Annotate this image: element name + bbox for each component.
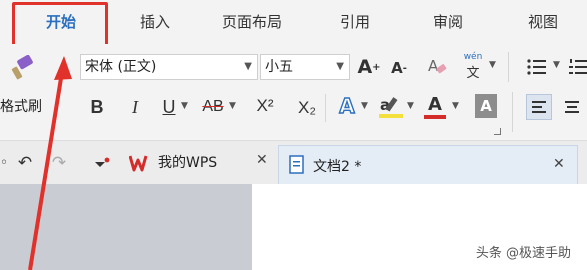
svg-text:A: A [428, 57, 439, 75]
grow-font-icon[interactable]: A + [356, 54, 382, 80]
tab-my-wps[interactable]: 我的WPS ✕ [118, 141, 278, 185]
bullet-list-icon[interactable] [522, 54, 552, 80]
search-icon[interactable]: ◦ [0, 151, 8, 175]
strikethrough-button[interactable]: AB [198, 94, 228, 120]
tab-insert[interactable]: 插入 [140, 10, 170, 34]
wps-logo-icon [128, 151, 152, 175]
font-color-icon[interactable]: A [422, 90, 448, 122]
chevron-down-icon[interactable]: ▼ [181, 101, 188, 111]
tab-page-layout[interactable]: 页面布局 [222, 10, 282, 34]
chevron-down-icon[interactable]: ▼ [407, 101, 414, 111]
chevron-down-icon[interactable]: ▼ [361, 101, 368, 111]
chevron-down-icon[interactable]: ▼ [553, 60, 560, 70]
subscript-button[interactable]: X₂ [292, 94, 322, 122]
workspace-background [0, 184, 252, 270]
divider [512, 92, 513, 132]
customize-toolbar-icon[interactable] [90, 153, 114, 175]
chevron-down-icon[interactable]: ▼ [452, 101, 459, 111]
clear-format-icon[interactable]: A [424, 54, 450, 80]
watermark-text: 头条 @极速手助 [471, 241, 575, 262]
italic-button[interactable]: I [124, 94, 146, 120]
text-effect-icon[interactable]: A [334, 92, 360, 120]
font-size-value: 小五 [265, 59, 293, 75]
tab-label: 文档2 * [313, 159, 362, 175]
tab-view[interactable]: 视图 [528, 10, 558, 34]
char-shading-icon[interactable]: A [475, 94, 497, 118]
phonetic-guide-icon[interactable]: wén 文 [458, 50, 488, 82]
close-icon[interactable]: ✕ [553, 156, 565, 172]
font-size-select[interactable]: 小五 ▼ [260, 54, 350, 80]
ribbon-tab-bar: 开始 插入 页面布局 引用 审阅 视图 [0, 0, 587, 52]
tab-label: 我的WPS [158, 155, 218, 171]
highlighter-icon[interactable]: a [376, 92, 406, 122]
chevron-down-icon: ▼ [244, 61, 252, 72]
align-left-icon[interactable] [526, 94, 552, 120]
document-tab-bar: ◦ ↶ ↷ 我的WPS ✕ 文档2 * ✕ [0, 140, 587, 185]
chevron-down-icon[interactable]: ▼ [489, 60, 496, 70]
divider [508, 52, 509, 82]
font-dialog-launcher-icon[interactable] [494, 128, 501, 135]
chevron-down-icon: ▼ [336, 61, 344, 72]
close-icon[interactable]: ✕ [256, 152, 268, 168]
format-painter-icon[interactable] [6, 54, 40, 84]
chevron-down-icon[interactable]: ▼ [229, 101, 236, 111]
format-painter-label[interactable]: 格式刷 [0, 96, 42, 116]
ribbon-home-panel: 格式刷 宋体 (正文) ▼ 小五 ▼ A + A- A wén 文 ▼ ▼ B … [0, 44, 587, 140]
bold-button[interactable]: B [86, 94, 108, 120]
font-family-select[interactable]: 宋体 (正文) ▼ [80, 54, 258, 80]
font-family-value: 宋体 (正文) [85, 59, 157, 75]
undo-icon[interactable]: ↶ [14, 151, 36, 175]
redo-icon[interactable]: ↷ [48, 151, 70, 175]
divider [325, 94, 326, 122]
document-icon [287, 154, 307, 176]
tab-review[interactable]: 审阅 [433, 10, 463, 34]
superscript-button[interactable]: X² [250, 92, 280, 120]
underline-button[interactable]: U [158, 94, 180, 120]
shrink-font-icon[interactable]: A- [386, 56, 412, 80]
numbered-list-icon[interactable] [566, 54, 587, 80]
wps-window: 开始 插入 页面布局 引用 审阅 视图 格式刷 宋体 (正文) ▼ 小五 ▼ A… [0, 0, 587, 270]
tab-document[interactable]: 文档2 * ✕ [278, 145, 578, 185]
align-center-icon[interactable] [560, 94, 584, 120]
tab-references[interactable]: 引用 [340, 10, 370, 34]
